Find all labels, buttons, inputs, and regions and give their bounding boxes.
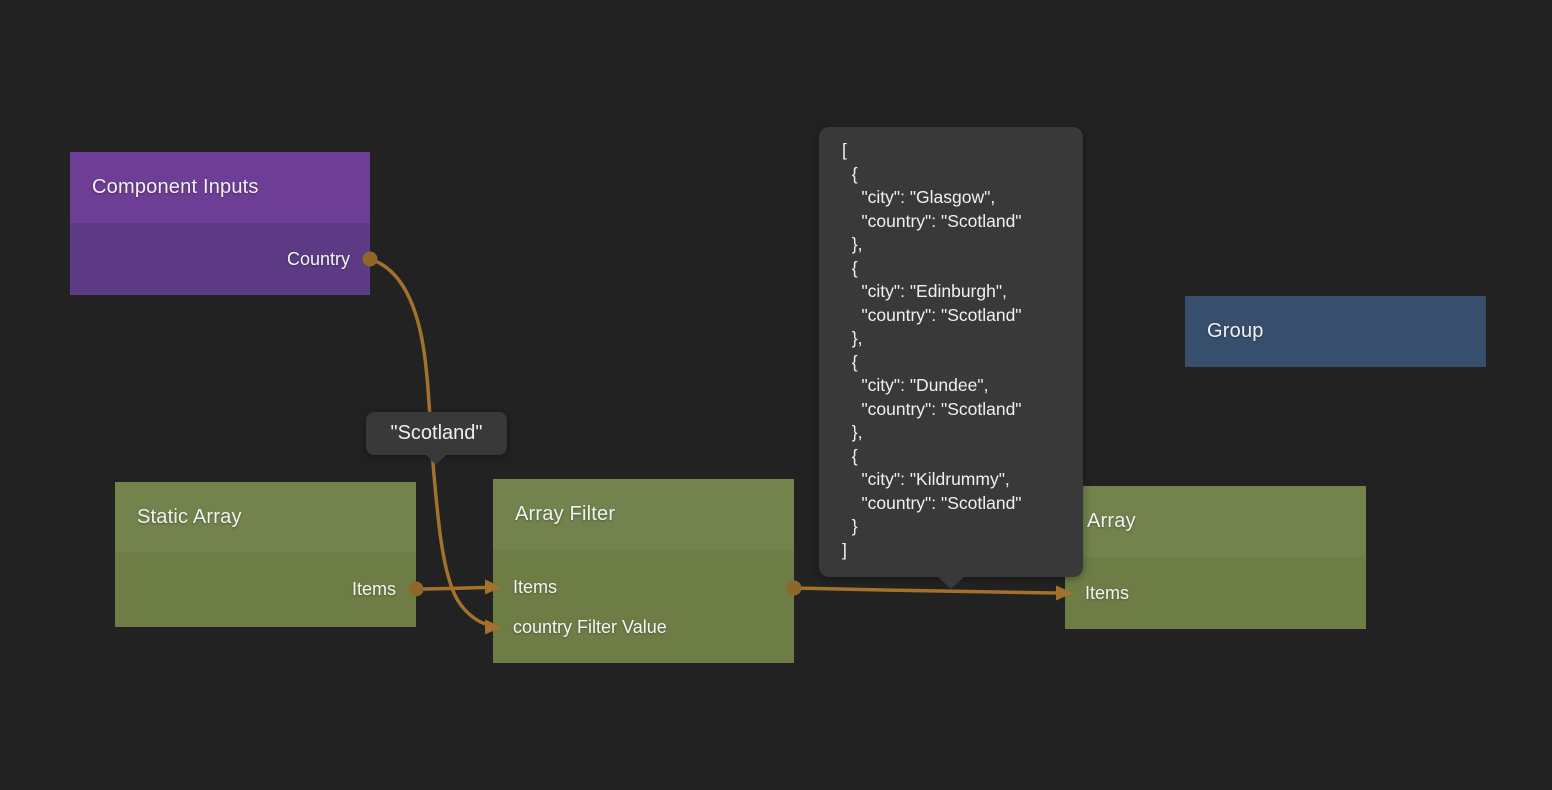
node-group[interactable]: Group [1185, 296, 1486, 367]
wire-items-to-filter[interactable] [416, 588, 485, 590]
input-port-country-filter-value[interactable]: country Filter Value [493, 607, 794, 647]
node-header: Component Inputs [70, 152, 370, 223]
node-array-filter[interactable]: Array Filter Items country Filter Value [493, 479, 794, 663]
node-title: Component Inputs [92, 176, 259, 199]
node-header: Group [1185, 296, 1486, 367]
connections-layer [0, 0, 1552, 790]
data-preview-text: [ { "city": "Glasgow", "country": "Scotl… [842, 139, 1083, 562]
node-header: Array Filter [493, 479, 794, 550]
input-port-label: Items [1085, 583, 1129, 604]
node-title: Static Array [137, 506, 242, 529]
node-static-array[interactable]: Static Array Items [115, 482, 416, 627]
output-port-label: Country [287, 249, 350, 270]
data-preview-tooltip: [ { "city": "Glasgow", "country": "Scotl… [819, 127, 1083, 577]
node-title: Group [1207, 320, 1264, 343]
tooltip-caret [937, 576, 965, 589]
wire-value-text: "Scotland" [390, 422, 482, 445]
node-body: Items [115, 552, 416, 627]
input-port-label: country Filter Value [513, 617, 667, 638]
output-port-label: Items [352, 579, 396, 600]
input-port-items[interactable]: Items [493, 567, 794, 607]
input-port-label: Items [513, 577, 557, 598]
output-port-items[interactable]: Items [115, 569, 416, 609]
node-header: Array [1065, 486, 1366, 557]
node-title: Array Filter [515, 503, 615, 526]
node-title: Array [1087, 510, 1136, 533]
output-port-country[interactable]: Country [70, 239, 370, 279]
node-component-inputs[interactable]: Component Inputs Country [70, 152, 370, 295]
tooltip-caret [425, 454, 447, 465]
node-graph-canvas[interactable]: Component Inputs Country Static Array It… [0, 0, 1552, 790]
node-header: Static Array [115, 482, 416, 552]
wire-value-tooltip: "Scotland" [366, 412, 507, 455]
node-body: Items [1065, 557, 1366, 629]
wire-filter-to-array[interactable] [794, 588, 1056, 593]
node-body: Country [70, 223, 370, 295]
input-port-items[interactable]: Items [1065, 573, 1366, 613]
node-body: Items country Filter Value [493, 550, 794, 663]
node-array[interactable]: Array Items [1065, 486, 1366, 629]
